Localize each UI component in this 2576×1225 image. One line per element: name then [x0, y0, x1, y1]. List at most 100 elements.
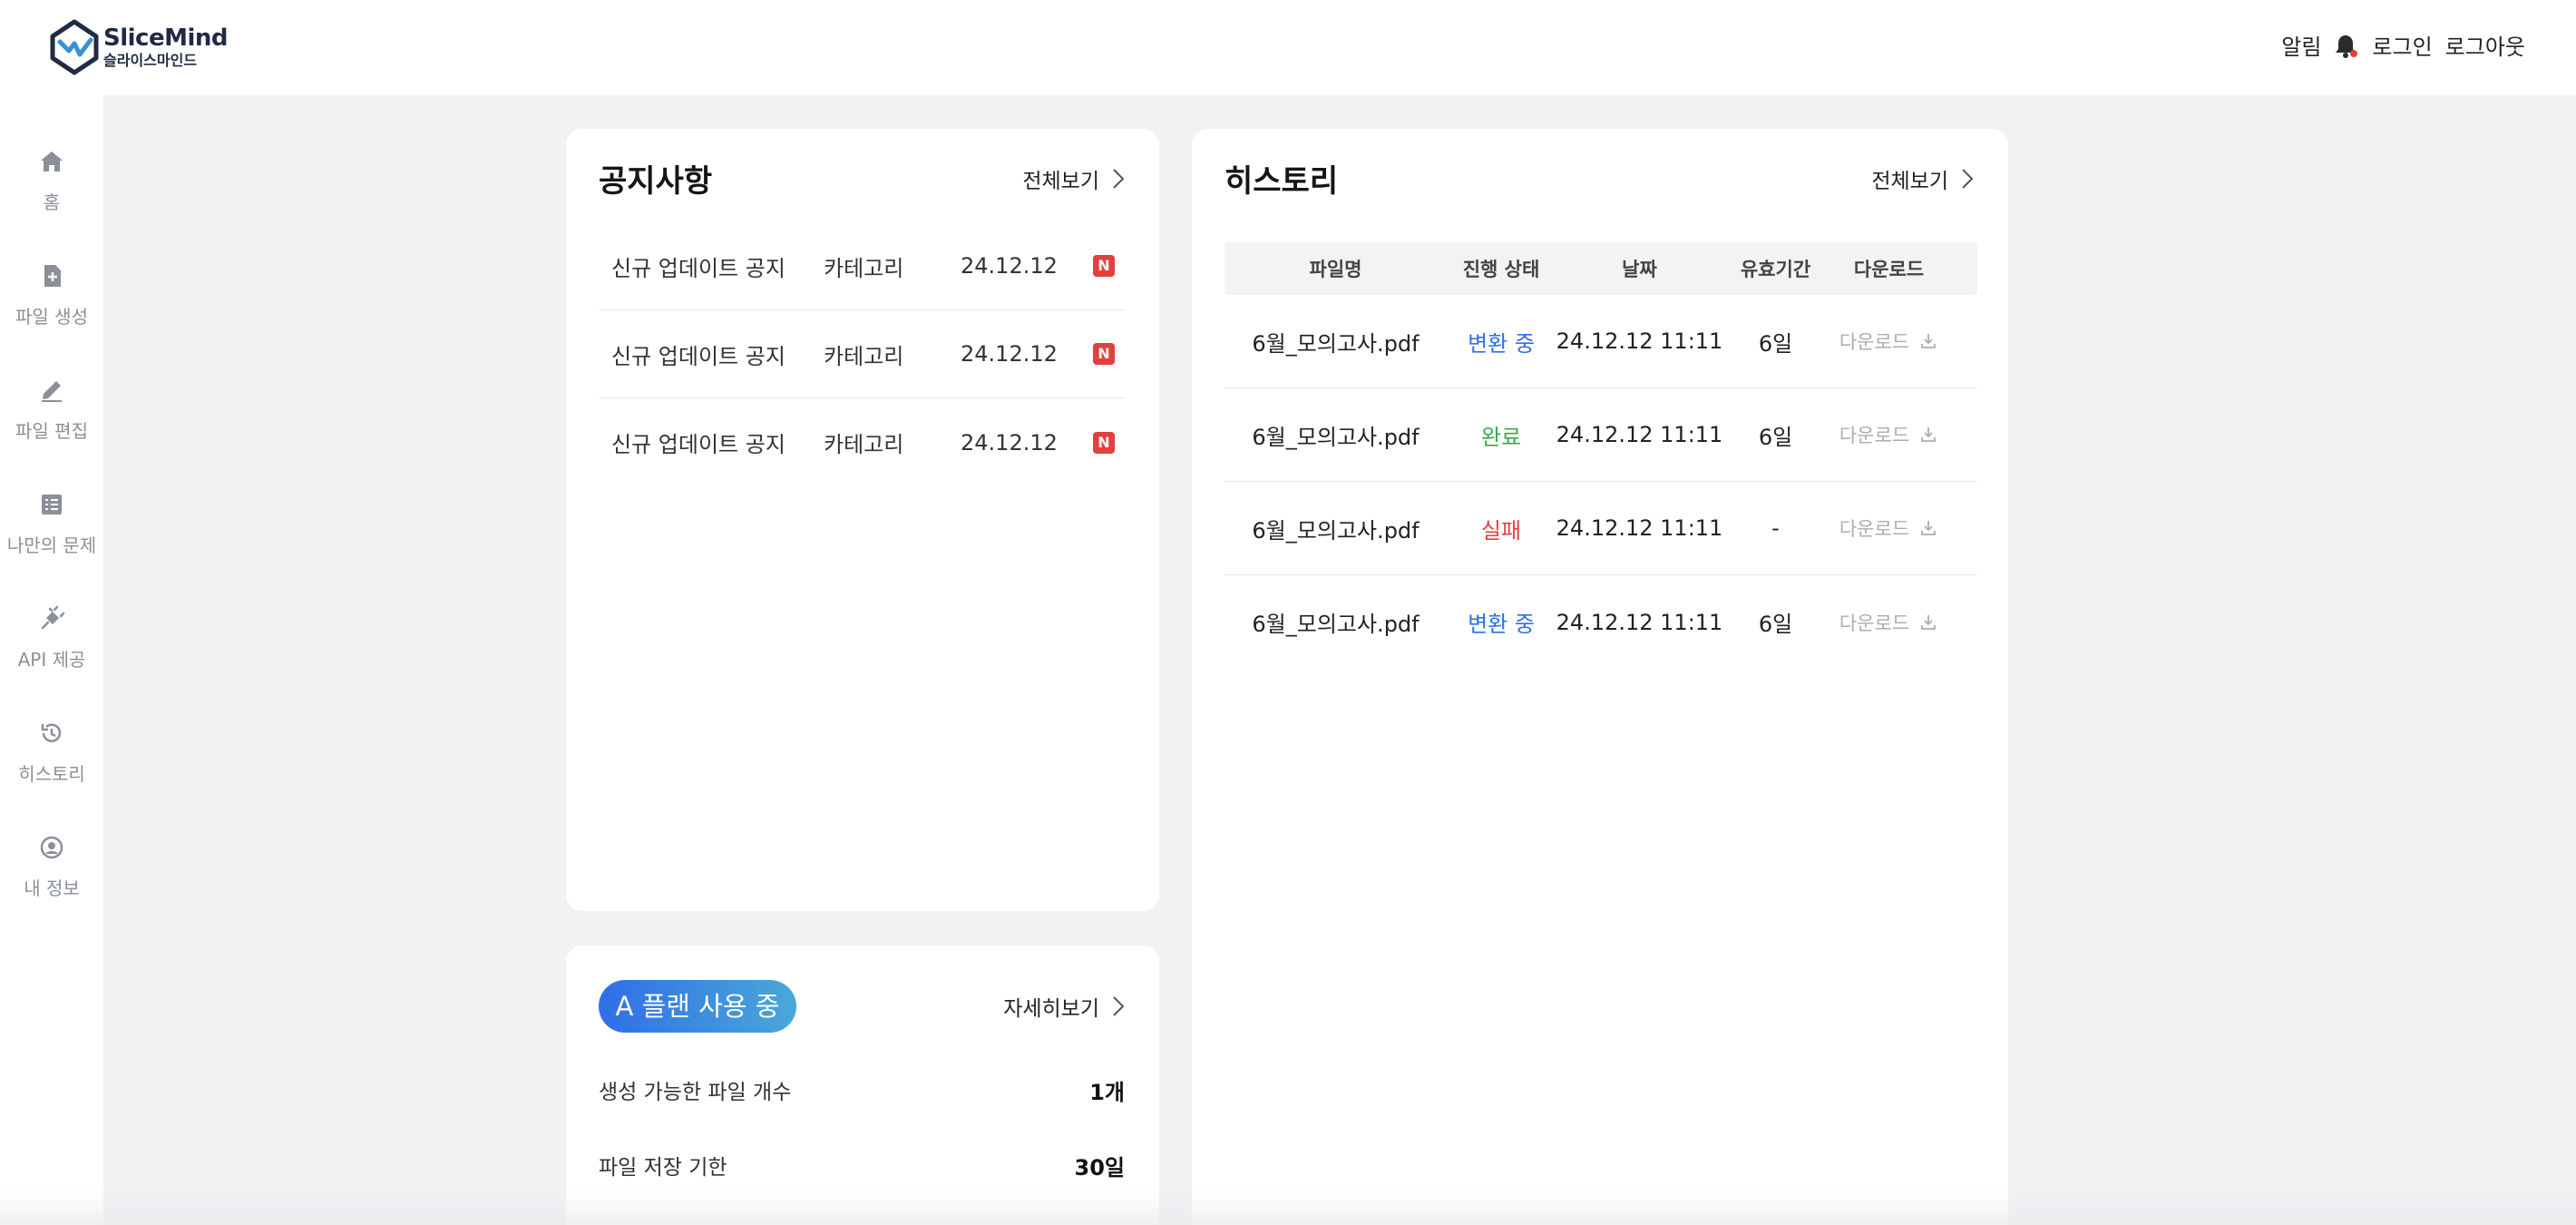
plan-card: A 플랜 사용 중 자세히보기 생성 가능한 파일 개수 1개 파일 저장 기한… — [566, 946, 1159, 1225]
sidebar-item-label: API 제공 — [17, 649, 86, 671]
table-row: 6월_모의고사.pdf 변환 중 24.12.12 11:11 6일 다운로드 — [1225, 575, 1977, 669]
column-header-download: 다운로드 — [1853, 259, 1925, 280]
file-name: 6월_모의고사.pdf — [1252, 517, 1420, 544]
download-button[interactable]: 다운로드 — [1828, 482, 1950, 574]
date-text: 24.12.12 11:11 — [1556, 328, 1723, 354]
download-button[interactable]: 다운로드 — [1828, 575, 1950, 669]
details-label: 자세히보기 — [1003, 997, 1099, 1021]
notice-category: 카테고리 — [824, 343, 904, 369]
table-row: 6월_모의고사.pdf 변환 중 24.12.12 11:11 6일 다운로드 — [1225, 295, 1977, 388]
plan-row-value: 30일 — [1074, 1155, 1125, 1181]
new-badge: N — [1093, 343, 1115, 365]
validity-text: 6일 — [1758, 330, 1793, 357]
date-text: 24.12.12 11:11 — [1556, 515, 1723, 541]
status-text: 변환 중 — [1468, 612, 1535, 637]
download-icon — [1921, 427, 1937, 442]
chevron-right-icon — [1962, 169, 1974, 189]
history-icon — [41, 723, 62, 742]
notice-row[interactable]: 신규 업데이트 공지 카테고리 24.12.12 N — [599, 398, 1125, 486]
sidebar: 홈 파일 생성 파일 편집 나만의 문제 API 제공 히스토리 내 정보 — [0, 95, 103, 1225]
history-title: 히스토리 — [1225, 163, 1339, 200]
notifications-link[interactable]: 알림 — [2281, 29, 2321, 61]
plan-badge: A 플랜 사용 중 — [599, 980, 796, 1033]
sidebar-item-label: 파일 편집 — [15, 420, 88, 442]
notice-date: 24.12.12 — [961, 429, 1058, 456]
download-button[interactable]: 다운로드 — [1828, 295, 1950, 387]
sidebar-item-history[interactable]: 히스토리 — [0, 720, 103, 786]
validity-text: 6일 — [1758, 612, 1793, 637]
plan-row-label: 생성 가능한 파일 개수 — [599, 1081, 792, 1104]
download-label: 다운로드 — [1839, 518, 1910, 540]
table-row: 6월_모의고사.pdf 실패 24.12.12 11:11 - 다운로드 — [1225, 482, 1977, 575]
header-actions: 알림 로그인 로그아웃 — [2281, 29, 2525, 61]
download-icon — [1921, 521, 1937, 535]
sidebar-item-file-edit[interactable]: 파일 편집 — [0, 377, 103, 443]
notice-category: 카테고리 — [824, 255, 904, 281]
date-text: 24.12.12 11:11 — [1556, 609, 1723, 635]
sidebar-item-my-questions[interactable]: 나만의 문제 — [0, 491, 103, 557]
file-name: 6월_모의고사.pdf — [1252, 612, 1420, 637]
logout-link[interactable]: 로그아웃 — [2445, 29, 2525, 61]
home-icon — [41, 152, 63, 172]
bell-icon[interactable] — [2332, 32, 2359, 59]
download-icon — [1921, 334, 1937, 348]
column-header-validity: 유효기간 — [1740, 259, 1811, 280]
logo-icon — [50, 19, 99, 75]
validity-text: - — [1771, 515, 1780, 541]
download-label: 다운로드 — [1839, 425, 1910, 446]
plan-row-label: 파일 저장 기한 — [599, 1156, 727, 1180]
status-text: 실패 — [1480, 517, 1522, 544]
new-badge: N — [1093, 431, 1115, 454]
column-header-status: 진행 상태 — [1462, 259, 1540, 280]
download-icon — [1921, 614, 1937, 630]
date-text: 24.12.12 11:11 — [1556, 422, 1723, 447]
status-text: 변환 중 — [1468, 330, 1535, 357]
sidebar-item-label: 내 정보 — [24, 877, 80, 899]
notice-row[interactable]: 신규 업데이트 공지 카테고리 24.12.12 N — [599, 310, 1125, 398]
view-all-label: 전체보기 — [1871, 170, 1948, 193]
table-row: 6월_모의고사.pdf 완료 24.12.12 11:11 6일 다운로드 — [1225, 388, 1977, 482]
notices-title: 공지사항 — [599, 163, 713, 200]
plug-icon — [41, 605, 65, 630]
view-all-label: 전체보기 — [1022, 170, 1099, 193]
notices-view-all-link[interactable]: 전체보기 — [1022, 163, 1127, 194]
download-label: 다운로드 — [1839, 331, 1910, 353]
sidebar-item-label: 히스토리 — [18, 763, 85, 785]
plan-details-link[interactable]: 자세히보기 — [1003, 991, 1127, 1022]
notice-date: 24.12.12 — [961, 253, 1058, 279]
brand-name-en: SliceMind — [103, 24, 229, 52]
notice-title: 신규 업데이트 공지 — [611, 255, 785, 281]
status-text: 완료 — [1480, 424, 1522, 450]
brand-logo[interactable]: SliceMind 슬라이스마인드 — [49, 18, 229, 76]
sidebar-item-label: 파일 생성 — [15, 306, 88, 328]
login-link[interactable]: 로그인 — [2372, 29, 2432, 61]
chevron-right-icon — [1113, 996, 1125, 1016]
plan-row-value: 1개 — [1089, 1080, 1125, 1105]
pencil-icon — [42, 381, 62, 402]
column-header-filename: 파일명 — [1309, 259, 1362, 280]
sidebar-item-file-create[interactable]: 파일 생성 — [0, 262, 103, 328]
sidebar-item-label: 나만의 문제 — [6, 534, 97, 556]
sidebar-item-home[interactable]: 홈 — [0, 148, 103, 214]
new-badge: N — [1093, 255, 1115, 277]
history-table-header: 파일명 진행 상태 날짜 유효기간 다운로드 — [1225, 242, 1977, 295]
sidebar-item-api[interactable]: API 제공 — [0, 605, 103, 671]
chevron-right-icon — [1113, 169, 1125, 189]
download-label: 다운로드 — [1839, 612, 1910, 634]
user-icon — [40, 836, 63, 859]
column-header-date: 날짜 — [1622, 259, 1657, 280]
file-name: 6월_모의고사.pdf — [1252, 424, 1420, 450]
top-header: SliceMind 슬라이스마인드 알림 로그인 로그아웃 — [0, 0, 2576, 95]
notices-card: 공지사항 전체보기 신규 업데이트 공지 카테고리 24.12.12 N 신규 … — [566, 129, 1159, 911]
plan-storage-row: 파일 저장 기한 30일 — [599, 1150, 1125, 1181]
notice-row[interactable]: 신규 업데이트 공지 카테고리 24.12.12 N — [599, 222, 1125, 310]
notice-category: 카테고리 — [824, 432, 904, 457]
history-view-all-link[interactable]: 전체보기 — [1871, 163, 1976, 194]
validity-text: 6일 — [1758, 424, 1793, 450]
download-button[interactable]: 다운로드 — [1828, 388, 1950, 481]
notice-title: 신규 업데이트 공지 — [611, 432, 785, 457]
history-card: 히스토리 전체보기 파일명 진행 상태 날짜 유효기간 다운로드 6월_모의고사… — [1192, 129, 2008, 1225]
sidebar-item-my-info[interactable]: 내 정보 — [0, 834, 103, 900]
file-name: 6월_모의고사.pdf — [1252, 330, 1420, 357]
list-icon — [42, 495, 62, 514]
